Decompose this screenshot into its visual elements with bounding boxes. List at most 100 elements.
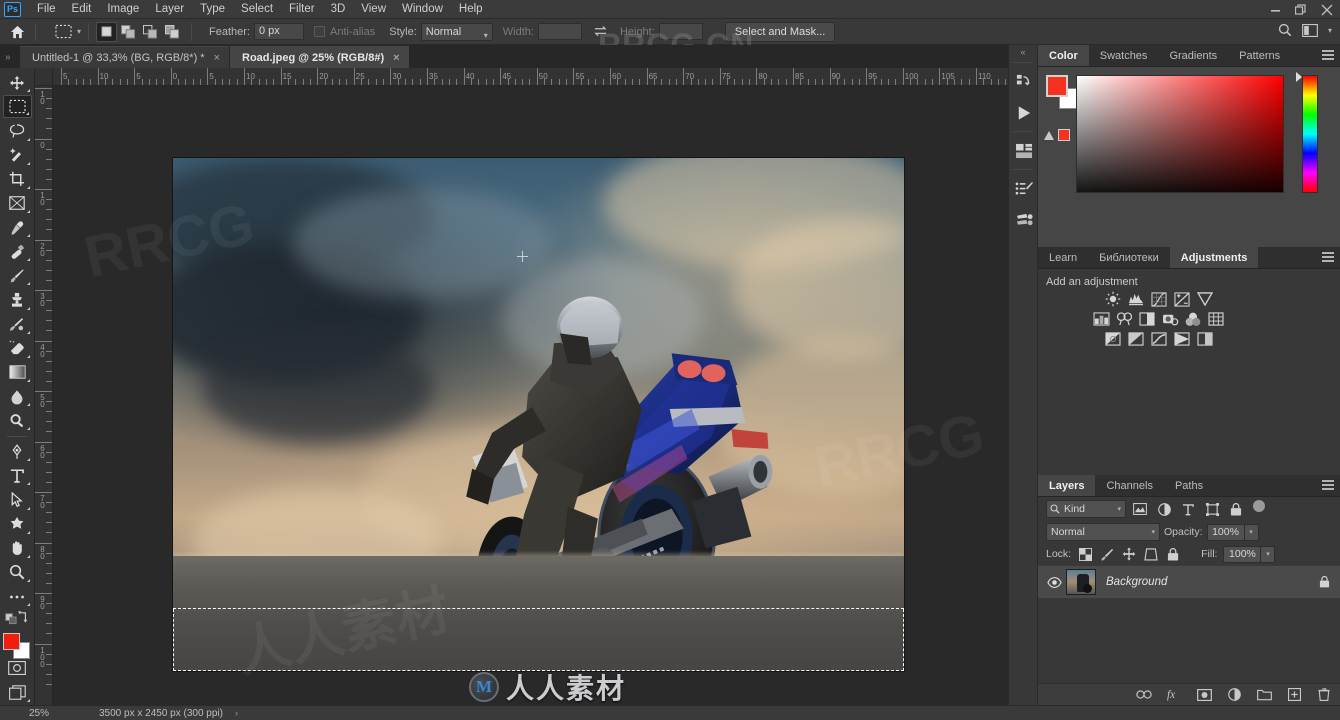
fill-chevron-down-icon[interactable]: ▾ <box>1261 546 1275 563</box>
tab-paths[interactable]: Paths <box>1164 475 1214 496</box>
anti-alias-checkbox[interactable] <box>314 26 325 37</box>
channel-mixer-icon[interactable] <box>1184 311 1202 327</box>
workspace-chevron-down-icon[interactable]: ▾ <box>1328 26 1332 35</box>
document-tab-road-jpeg[interactable]: Road.jpeg @ 25% (RGB/8#) × <box>230 46 409 68</box>
posterize-icon[interactable] <box>1127 331 1145 347</box>
color-lookup-icon[interactable] <box>1207 311 1225 327</box>
document-tab-untitled-1[interactable]: Untitled-1 @ 33,3% (BG, RGB/8*) * × <box>20 46 229 68</box>
link-layers-icon[interactable] <box>1136 687 1152 703</box>
tab-gradients[interactable]: Gradients <box>1158 45 1228 66</box>
color-spectrum-field[interactable] <box>1076 75 1284 193</box>
levels-icon[interactable] <box>1127 291 1145 307</box>
style-select[interactable]: Normal ▾ <box>421 23 493 41</box>
menu-file[interactable]: File <box>29 1 64 17</box>
lock-transparent-pixels-icon[interactable] <box>1077 546 1093 562</box>
tool-zoom[interactable] <box>3 561 32 584</box>
selection-mode-new[interactable] <box>96 22 117 42</box>
color-balance-icon[interactable] <box>1115 311 1133 327</box>
tool-clone-stamp[interactable] <box>3 288 32 311</box>
screen-mode-icon[interactable] <box>3 681 32 704</box>
minimize-button[interactable] <box>1262 0 1288 19</box>
tool-pen[interactable] <box>3 440 32 463</box>
menu-view[interactable]: View <box>353 1 394 17</box>
close-button[interactable] <box>1314 0 1340 19</box>
default-colors-icon[interactable] <box>3 609 32 628</box>
status-zoom-level[interactable]: 25% <box>29 708 89 719</box>
tool-dodge[interactable] <box>3 409 32 432</box>
foreground-background-color-swatches[interactable] <box>3 633 31 657</box>
pixel-layers-filter-icon[interactable] <box>1130 500 1150 518</box>
quick-mask-icon[interactable] <box>3 657 32 680</box>
menu-select[interactable]: Select <box>233 1 281 17</box>
invert-icon[interactable] <box>1104 331 1122 347</box>
foreground-color-swatch[interactable] <box>1046 75 1068 97</box>
tool-history-brush[interactable] <box>3 313 32 336</box>
vertical-ruler[interactable]: 100102030405060708090100 <box>35 86 53 705</box>
photo-filter-icon[interactable] <box>1161 311 1179 327</box>
tool-blur[interactable] <box>3 385 32 408</box>
select-and-mask-button[interactable]: Select and Mask... <box>725 22 836 42</box>
tool-eyedropper[interactable] <box>3 216 32 239</box>
hue-slider[interactable] <box>1302 75 1318 193</box>
history-actions-icon[interactable] <box>1009 66 1039 97</box>
tab-channels[interactable]: Channels <box>1095 475 1163 496</box>
swap-arrows-icon[interactable] <box>592 25 610 38</box>
tool-move[interactable] <box>3 71 32 94</box>
color-panel-swatches[interactable] <box>1046 75 1080 109</box>
selection-mode-intersect[interactable] <box>162 22 183 42</box>
black-white-icon[interactable] <box>1138 311 1156 327</box>
tool-spot-healing-brush[interactable] <box>3 240 32 263</box>
tool-eraser[interactable] <box>3 337 32 360</box>
double-chevron-left-icon[interactable]: « <box>1009 45 1037 59</box>
tab-color[interactable]: Color <box>1038 45 1089 66</box>
new-layer-icon[interactable] <box>1286 687 1302 703</box>
tool-brush[interactable] <box>3 264 32 287</box>
adjustment-layers-filter-icon[interactable] <box>1154 500 1174 518</box>
new-fill-adjustment-icon[interactable] <box>1226 687 1242 703</box>
tab-learn[interactable]: Learn <box>1038 247 1088 268</box>
menu-layer[interactable]: Layer <box>147 1 192 17</box>
presets-icon[interactable] <box>1009 204 1039 235</box>
tool-rectangular-marquee[interactable] <box>3 95 32 118</box>
tool-quick-selection[interactable] <box>3 144 32 167</box>
tool-gradient[interactable] <box>3 361 32 384</box>
selection-mode-add[interactable] <box>118 22 139 42</box>
document-canvas-image[interactable] <box>172 157 905 672</box>
lock-artboard-nesting-icon[interactable] <box>1143 546 1159 562</box>
shape-layers-filter-icon[interactable] <box>1202 500 1222 518</box>
panel-menu-icon[interactable] <box>1322 480 1334 492</box>
new-group-icon[interactable] <box>1256 687 1272 703</box>
menu-filter[interactable]: Filter <box>281 1 323 17</box>
layer-row-background[interactable]: Background <box>1038 565 1340 599</box>
menu-image[interactable]: Image <box>99 1 147 17</box>
tool-edit-toolbar[interactable] <box>3 585 32 608</box>
curves-icon[interactable] <box>1150 291 1168 307</box>
document-viewport[interactable]: RRCG RRCG 人人素材 M 人人素材 <box>54 87 1008 705</box>
layer-filter-kind-select[interactable]: Kind ▾ <box>1046 500 1126 518</box>
width-input[interactable] <box>538 23 582 40</box>
close-icon[interactable]: × <box>393 52 399 64</box>
tool-type[interactable] <box>3 464 32 487</box>
active-tool-rectangular-marquee-icon[interactable] <box>51 21 75 43</box>
lock-all-icon[interactable] <box>1165 546 1181 562</box>
tab-libraries[interactable]: Библиотеки <box>1088 247 1170 268</box>
exposure-icon[interactable] <box>1173 291 1191 307</box>
out-of-gamut-swatch[interactable] <box>1058 129 1070 141</box>
filter-toggle[interactable] <box>1253 500 1265 512</box>
threshold-icon[interactable] <box>1150 331 1168 347</box>
tab-overflow-chevron-icon[interactable]: » <box>0 52 20 68</box>
height-input[interactable] <box>659 23 703 40</box>
brush-settings-icon[interactable] <box>1009 173 1039 204</box>
opacity-value[interactable]: 100% <box>1207 524 1245 541</box>
layer-comps-icon[interactable] <box>1009 135 1039 166</box>
layer-mask-icon[interactable] <box>1196 687 1212 703</box>
panel-menu-icon[interactable] <box>1322 50 1334 62</box>
menu-edit[interactable]: Edit <box>64 1 100 17</box>
fill-value[interactable]: 100% <box>1223 546 1261 563</box>
selective-color-icon[interactable] <box>1196 331 1214 347</box>
type-layers-filter-icon[interactable] <box>1178 500 1198 518</box>
feather-input[interactable]: 0 px <box>254 23 304 40</box>
foreground-color-swatch[interactable] <box>3 633 20 650</box>
panel-menu-icon[interactable] <box>1322 252 1334 264</box>
tool-frame[interactable] <box>3 192 32 215</box>
